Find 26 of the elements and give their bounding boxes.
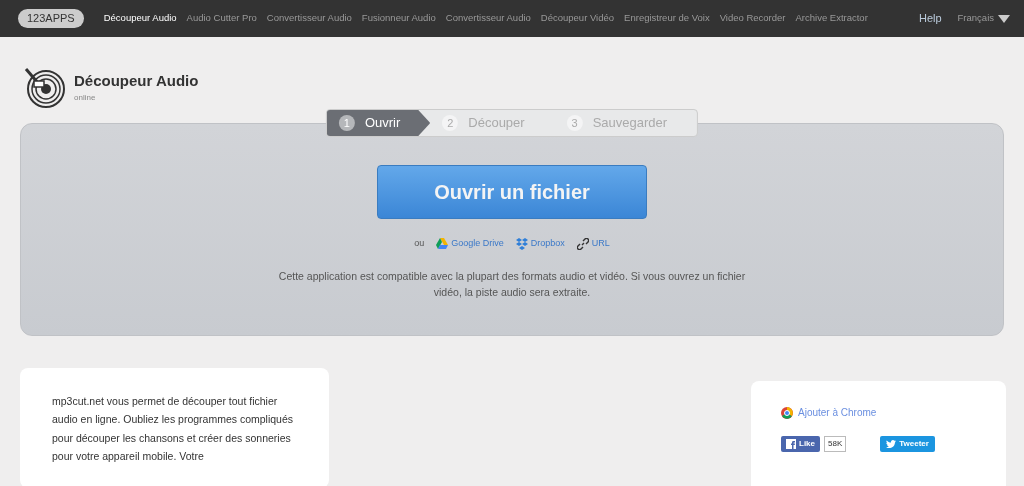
nav-link[interactable]: Enregistreur de Voix — [624, 11, 710, 26]
like-count: 58K — [824, 436, 847, 452]
app-subtitle: online — [74, 92, 97, 105]
logo-badge[interactable]: 123APPS — [18, 9, 84, 28]
intro-text: mp3cut.net vous permet de découper tout fichier audio en ligne. Oubliez les programmes compliqués pour découper les chansons et créer des sonneries pour votre appareil mobile. Votre — [52, 394, 295, 465]
tweet-button[interactable]: Tweeter — [880, 436, 935, 452]
nav-link[interactable]: Fusionneur Audio — [361, 11, 436, 26]
nav-link[interactable]: Video Recorder — [719, 11, 786, 26]
like-button[interactable]: Like — [781, 436, 820, 452]
help-link[interactable]: Help — [918, 10, 942, 27]
nav-link[interactable]: Archive Extractor — [795, 11, 868, 26]
add-to-chrome-link[interactable]: Ajouter à Chrome — [781, 405, 976, 420]
description-text: Cette application est compatible avec la plupart des formats audio et vidéo. Si vous ouvrez un fichier vidéo, la piste audio sera extraite. — [277, 268, 747, 301]
nav-link[interactable]: Audio Cutter Pro — [186, 11, 257, 26]
step-tab[interactable]: 1 Ouvrir — [326, 110, 431, 136]
nav-link[interactable]: Convertisseur Audio — [266, 11, 352, 26]
nav-link[interactable]: Découpeur Vidéo — [540, 11, 615, 26]
nav-link[interactable]: Découpeur Audio — [103, 11, 177, 26]
source-link[interactable]: URL — [576, 237, 610, 251]
open-file-button[interactable]: Ouvrir un fichier — [377, 165, 647, 219]
language-selector[interactable]: Français — [957, 11, 994, 26]
source-link[interactable]: Google Drive — [436, 237, 504, 251]
app-title: Découpeur Audio — [74, 70, 199, 91]
or-label: ou — [414, 237, 425, 250]
nav-link[interactable]: Convertisseur Audio — [445, 11, 531, 26]
source-link[interactable]: Dropbox — [515, 237, 565, 251]
